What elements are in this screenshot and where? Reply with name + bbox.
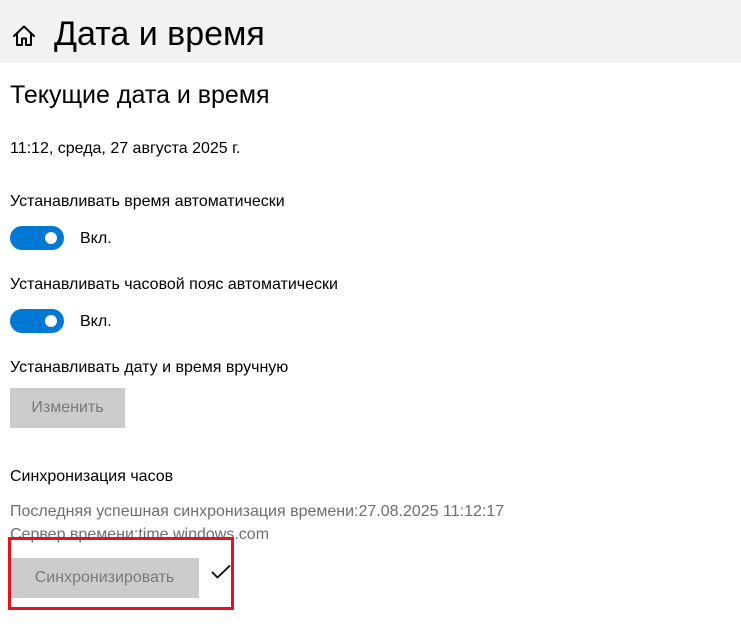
auto-timezone-state: Вкл. — [80, 313, 112, 330]
auto-timezone-toggle[interactable] — [10, 309, 64, 333]
toggle-knob — [45, 232, 57, 244]
header-bar: Дата и время — [0, 0, 741, 63]
auto-time-toggle[interactable] — [10, 226, 64, 250]
checkmark-icon — [211, 565, 231, 579]
auto-timezone-label: Устанавливать часовой пояс автоматически — [10, 276, 338, 293]
sync-section-title: Синхронизация часов — [10, 468, 174, 485]
change-button[interactable]: Изменить — [10, 388, 125, 428]
manual-datetime-label: Устанавливать дату и время вручную — [10, 359, 289, 376]
page-title: Дата и время — [54, 15, 265, 53]
section-title-current: Текущие дата и время — [10, 81, 270, 109]
last-sync-text: Последняя успешная синхронизация времени… — [10, 503, 505, 520]
auto-time-state: Вкл. — [80, 230, 112, 247]
home-icon[interactable] — [11, 23, 37, 49]
current-datetime: 11:12, среда, 27 августа 2025 г. — [10, 140, 241, 157]
toggle-knob — [45, 315, 57, 327]
time-server-text: Сервер времени:time.windows.com — [10, 526, 270, 543]
auto-time-label: Устанавливать время автоматически — [10, 193, 285, 210]
sync-now-button[interactable]: Синхронизировать — [10, 558, 199, 598]
